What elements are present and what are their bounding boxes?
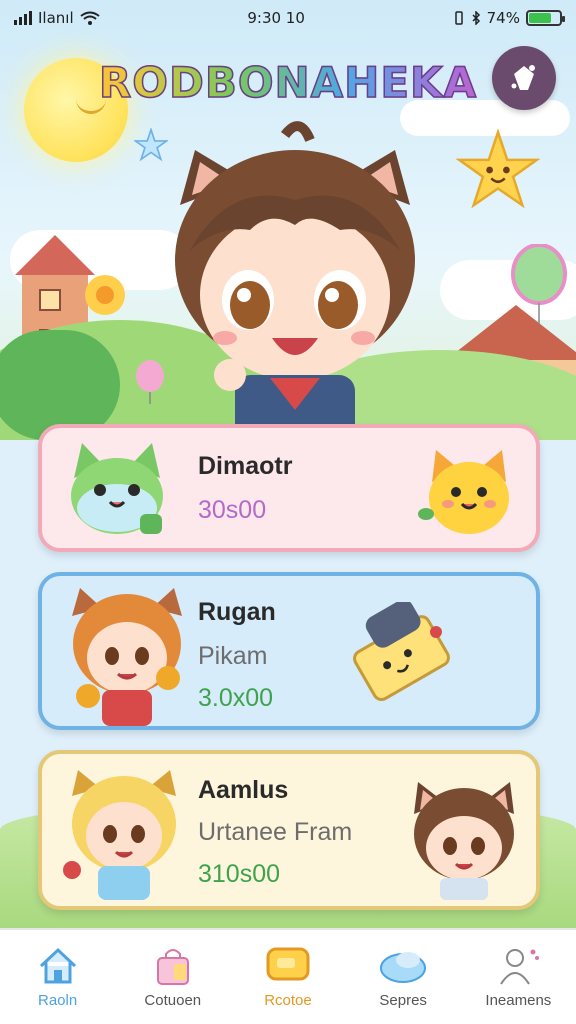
card-name: Dimaotr — [198, 452, 293, 480]
card-subtitle: Pikam — [198, 642, 268, 670]
chibi-avatar-icon — [414, 782, 514, 900]
tab-explore[interactable]: Sepres — [348, 946, 458, 1009]
vibrate-icon — [454, 11, 463, 25]
tab-label: Cotuoen — [144, 991, 202, 1009]
tab-profile[interactable]: Ineamens — [463, 946, 573, 1009]
chat-bubble-icon — [266, 947, 310, 980]
bluetooth-icon — [472, 11, 480, 25]
tab-label: Rcotoe — [264, 991, 312, 1009]
tab-chat[interactable]: Rcotoe — [233, 946, 343, 1009]
toast-character-icon — [353, 602, 450, 702]
person-icon — [500, 948, 540, 985]
battery-icon — [525, 10, 565, 26]
card-subtitle: Urtanee Fram — [198, 818, 353, 846]
tab-home[interactable]: Raoln — [3, 946, 113, 1009]
tab-shop[interactable]: Cotuoen — [118, 946, 228, 1009]
sparkle-puzzle-icon — [511, 65, 535, 90]
status-bar: Ilanıl 9:30 10 74% — [0, 0, 576, 36]
battery-percent: 74% — [486, 9, 520, 27]
chibi-avatar-icon — [72, 588, 182, 726]
card-price: 3.0x00 — [198, 684, 274, 712]
status-time: 9:30 10 — [247, 9, 305, 27]
flower-icon — [85, 275, 125, 315]
card-name: Aamlus — [198, 776, 289, 804]
home-icon — [39, 947, 76, 983]
chibi-avatar-icon — [63, 770, 176, 900]
app-title: RODBONAHEKA — [0, 57, 576, 108]
card-price: 310s00 — [198, 860, 281, 888]
hero-banner: RODBONAHEKA — [0, 0, 576, 440]
tab-label: Sepres — [379, 991, 427, 1009]
character-card[interactable]: Rugan Pikam 3.0x00 — [38, 572, 540, 730]
cellular-signal-icon — [14, 11, 32, 25]
menu-button[interactable] — [492, 46, 556, 110]
bottom-tab-bar: Raoln Cotuoen Rcotoe Sepres Ineamens — [0, 928, 576, 1024]
tab-label: Ineamens — [485, 991, 552, 1009]
card-price: 30s00 — [198, 496, 267, 524]
character-card[interactable]: Dimaotr 30s00 — [38, 424, 540, 552]
wifi-icon — [80, 11, 100, 25]
cat-avatar-icon — [418, 450, 509, 534]
carrier-label: Ilanıl — [38, 9, 74, 27]
cat-avatar-icon — [71, 443, 163, 534]
star-icon — [456, 128, 540, 209]
balloon-icon — [511, 244, 567, 324]
shopping-bag-icon — [156, 948, 189, 985]
chibi-character-illustration — [175, 121, 415, 440]
card-name: Rugan — [198, 598, 276, 626]
tab-label: Raoln — [37, 991, 78, 1009]
cloud-shoe-icon — [380, 951, 427, 983]
character-card[interactable]: Aamlus Urtanee Fram 310s00 — [38, 750, 540, 910]
